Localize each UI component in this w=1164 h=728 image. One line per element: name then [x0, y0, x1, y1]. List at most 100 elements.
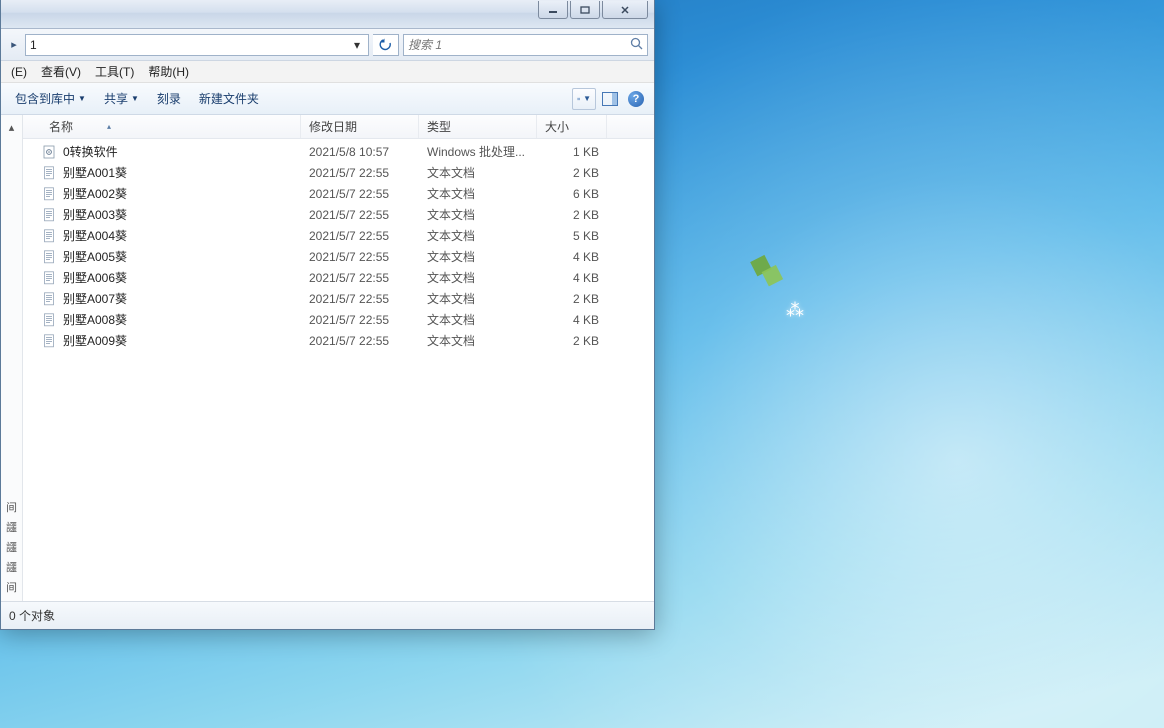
- file-name: 别墅A003葵: [63, 206, 127, 223]
- file-name: 别墅A007葵: [63, 290, 127, 307]
- col-header-type[interactable]: 类型: [419, 115, 537, 138]
- menu-tools[interactable]: 工具(T): [89, 61, 140, 82]
- file-row[interactable]: 别墅A009葵2021/5/7 22:55文本文档2 KB: [23, 330, 654, 351]
- file-date: 2021/5/7 22:55: [301, 166, 419, 180]
- nav-tree-item[interactable]: 讍: [6, 561, 17, 575]
- file-list[interactable]: 0转换软件2021/5/8 10:57Windows 批处理...1 KB别墅A…: [23, 139, 654, 601]
- view-mode-button[interactable]: ▼: [572, 88, 596, 110]
- address-dropdown-icon[interactable]: ▾: [350, 38, 364, 52]
- search-input[interactable]: [408, 38, 630, 52]
- file-date: 2021/5/7 22:55: [301, 271, 419, 285]
- list-pane: 名称 ▴ 修改日期 类型 大小 0转换软件 2021/5/8 10:57Windo…: [23, 115, 654, 601]
- file-type: 文本文档: [419, 227, 537, 244]
- chevron-down-icon: ▼: [131, 94, 139, 103]
- sort-asc-icon: ▴: [107, 122, 111, 131]
- file-row[interactable]: 别墅A006葵 2021/5/7 22:55文本文档4 KB: [23, 267, 654, 288]
- file-type: 文本文档: [419, 206, 537, 223]
- file-name: 别墅A004葵: [63, 227, 127, 244]
- col-type-label: 类型: [427, 118, 451, 135]
- titlebar[interactable]: [1, 0, 654, 29]
- include-label: 包含到库中: [15, 90, 75, 107]
- new-folder-button[interactable]: 新建文件夹: [191, 86, 267, 111]
- navigation-pane[interactable]: ▴ 间 讍 讍 讍 间: [1, 115, 23, 601]
- content-area: ▴ 间 讍 讍 讍 间 名称 ▴ 修改日期 类型: [1, 115, 654, 601]
- chevron-down-icon: ▼: [78, 94, 86, 103]
- text-file-icon: [41, 292, 59, 306]
- text-file-icon: [41, 313, 59, 327]
- help-icon: ?: [628, 91, 644, 107]
- file-type: 文本文档: [419, 290, 537, 307]
- file-size: 4 KB: [537, 250, 607, 264]
- file-size: 2 KB: [537, 166, 607, 180]
- wallpaper-butterfly-icon: ⁂: [786, 300, 804, 321]
- file-type: 文本文档: [419, 311, 537, 328]
- file-date: 2021/5/7 22:55: [301, 334, 419, 348]
- maximize-button[interactable]: [570, 1, 600, 19]
- refresh-button[interactable]: [373, 34, 399, 56]
- menu-help[interactable]: 帮助(H): [142, 61, 195, 82]
- file-size: 2 KB: [537, 208, 607, 222]
- share-button[interactable]: 共享▼: [96, 86, 147, 111]
- text-file-icon: [41, 208, 59, 222]
- address-path[interactable]: 1 ▾: [25, 34, 369, 56]
- file-row[interactable]: 别墅A002葵 2021/5/7 22:55文本文档6 KB: [23, 183, 654, 204]
- breadcrumb-chevron-icon[interactable]: ▸: [7, 34, 21, 56]
- text-file-icon: [41, 187, 59, 201]
- help-button[interactable]: ?: [624, 88, 648, 110]
- text-file-icon: [41, 250, 59, 264]
- address-path-text: 1: [30, 38, 350, 52]
- file-date: 2021/5/7 22:55: [301, 208, 419, 222]
- burn-label: 刻录: [157, 90, 181, 107]
- col-header-date[interactable]: 修改日期: [301, 115, 419, 138]
- col-date-label: 修改日期: [309, 118, 357, 135]
- nav-scroll-up-icon[interactable]: ▴: [9, 121, 15, 135]
- file-row[interactable]: 别墅A003葵 2021/5/7 22:55文本文档2 KB: [23, 204, 654, 225]
- file-row[interactable]: 别墅A007葵2021/5/7 22:55文本文档2 KB: [23, 288, 654, 309]
- nav-tree-item[interactable]: 讍: [6, 541, 17, 555]
- chevron-down-icon: ▼: [583, 94, 591, 103]
- file-type: 文本文档: [419, 269, 537, 286]
- status-bar: 0 个对象: [1, 601, 654, 629]
- file-type: 文本文档: [419, 185, 537, 202]
- file-name: 别墅A001葵: [63, 164, 127, 181]
- file-size: 4 KB: [537, 313, 607, 327]
- file-type: 文本文档: [419, 332, 537, 349]
- file-date: 2021/5/7 22:55: [301, 187, 419, 201]
- search-box[interactable]: [403, 34, 648, 56]
- file-name: 0转换软件: [63, 143, 118, 160]
- file-size: 2 KB: [537, 292, 607, 306]
- file-name: 别墅A005葵: [63, 248, 127, 265]
- minimize-button[interactable]: [538, 1, 568, 19]
- include-in-library-button[interactable]: 包含到库中▼: [7, 86, 94, 111]
- burn-button[interactable]: 刻录: [149, 86, 189, 111]
- file-date: 2021/5/7 22:55: [301, 229, 419, 243]
- explorer-window: ▸ 1 ▾ (E) 查看(V) 工具(T) 帮助(H) 包含到库中▼ 共享▼ 刻…: [0, 0, 655, 630]
- nav-tree-item[interactable]: 间: [6, 581, 17, 595]
- nav-tree-item[interactable]: 间: [6, 501, 17, 515]
- col-header-size[interactable]: 大小: [537, 115, 607, 138]
- file-row[interactable]: 0转换软件2021/5/8 10:57Windows 批处理...1 KB: [23, 141, 654, 162]
- file-type: Windows 批处理...: [419, 143, 537, 160]
- search-icon[interactable]: [630, 37, 643, 53]
- status-text: 0 个对象: [9, 607, 55, 624]
- file-date: 2021/5/8 10:57: [301, 145, 419, 159]
- file-name: 别墅A002葵: [63, 185, 127, 202]
- menu-edit[interactable]: (E): [5, 63, 33, 81]
- file-size: 4 KB: [537, 271, 607, 285]
- file-row[interactable]: 别墅A004葵2021/5/7 22:55文本文档5 KB: [23, 225, 654, 246]
- close-button[interactable]: [602, 1, 648, 19]
- file-name: 别墅A006葵: [63, 269, 127, 286]
- menu-view[interactable]: 查看(V): [35, 61, 87, 82]
- file-size: 6 KB: [537, 187, 607, 201]
- share-label: 共享: [104, 90, 128, 107]
- preview-pane-button[interactable]: [598, 88, 622, 110]
- nav-tree-item[interactable]: 讍: [6, 521, 17, 535]
- col-header-name[interactable]: 名称 ▴: [41, 115, 301, 138]
- file-date: 2021/5/7 22:55: [301, 313, 419, 327]
- text-file-icon: [41, 271, 59, 285]
- file-row[interactable]: 别墅A001葵2021/5/7 22:55文本文档2 KB: [23, 162, 654, 183]
- file-date: 2021/5/7 22:55: [301, 250, 419, 264]
- file-row[interactable]: 别墅A005葵2021/5/7 22:55文本文档4 KB: [23, 246, 654, 267]
- file-row[interactable]: 别墅A008葵2021/5/7 22:55文本文档4 KB: [23, 309, 654, 330]
- command-bar: 包含到库中▼ 共享▼ 刻录 新建文件夹 ▼ ?: [1, 83, 654, 115]
